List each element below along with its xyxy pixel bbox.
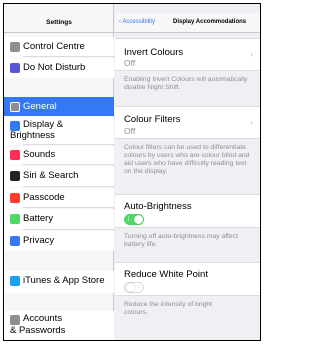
chevron-right-icon: ›: [250, 49, 253, 59]
row-title: Reduce White Point: [124, 269, 208, 280]
sidebar-item-label: iTunes & App Store: [23, 275, 105, 286]
sidebar-item-label: Privacy: [23, 235, 55, 246]
sidebar-item-label-2: Brightness: [10, 130, 55, 141]
sidebar-item-passcode[interactable]: Passcode: [4, 188, 114, 208]
app-store-icon: [10, 276, 20, 286]
sidebar-item-siri-search[interactable]: Siri & Search: [4, 166, 114, 187]
sidebar-item-general[interactable]: General: [4, 97, 114, 116]
sidebar-title: Settings: [46, 19, 72, 26]
divider: [23, 186, 114, 187]
siri-icon: [10, 171, 20, 181]
chevron-right-icon: ›: [250, 117, 253, 127]
row-title: Colour Filters: [124, 114, 181, 125]
control-centre-icon: [10, 42, 20, 52]
sidebar-item-label: Sounds: [23, 149, 56, 160]
ipad-screen: iPad ᯤ 15:21 ⌀ 8% Charging ▭ Settings Co…: [3, 3, 261, 341]
navigation-bar: ‹ Accessibility Display Accommodations: [115, 13, 260, 33]
sidebar-item-label: General: [23, 101, 57, 112]
detail-pane: ‹ Accessibility Display Accommodations I…: [115, 4, 260, 340]
header-divider: [4, 32, 114, 33]
invert-footer: Enabling Invert Colours will automatical…: [124, 76, 248, 91]
back-label: Accessibility: [122, 19, 156, 25]
colour-filters-row[interactable]: Colour Filters Off ›: [115, 106, 260, 139]
settings-sidebar: Settings Control Centre Do Not Disturb G…: [4, 4, 114, 340]
passcode-icon: [10, 193, 20, 203]
auto-brightness-toggle[interactable]: |: [124, 214, 144, 225]
gear-icon: [10, 102, 20, 112]
sidebar-item-label: Control Centre: [23, 41, 85, 52]
sidebar-item-label: Siri & Search: [23, 170, 79, 181]
sidebar-item-accounts-passwords[interactable]: Accounts & Passwords: [4, 311, 114, 340]
sidebar-item-control-centre[interactable]: Control Centre: [4, 37, 114, 57]
hand-icon: [10, 236, 20, 246]
row-title: Invert Colours: [124, 47, 184, 58]
toggle-knob: [126, 283, 135, 292]
sidebar-item-label: Accounts: [23, 313, 63, 324]
reduce-white-point-footer: Reduce the intensity of bright colours.: [124, 301, 213, 316]
sidebar-item-sounds[interactable]: Sounds: [4, 146, 114, 165]
auto-brightness-row: Auto-Brightness |: [115, 194, 260, 228]
sidebar-item-privacy[interactable]: Privacy: [4, 231, 114, 251]
divider: [23, 207, 114, 208]
sidebar-item-battery[interactable]: Battery: [4, 209, 114, 230]
row-title: Auto-Brightness: [124, 201, 192, 212]
sidebar-item-label: Passcode: [23, 192, 65, 203]
back-button[interactable]: ‹ Accessibility: [119, 19, 155, 25]
divider: [23, 56, 114, 57]
moon-icon: [10, 63, 20, 73]
toggle-off-mark-icon: ○: [137, 284, 141, 290]
toggle-knob: [134, 215, 143, 224]
reduce-white-point-row: Reduce White Point ○: [115, 262, 260, 296]
invert-colours-row[interactable]: Invert Colours Off ›: [115, 38, 260, 71]
speaker-icon: [10, 150, 20, 160]
divider: [23, 229, 114, 230]
sidebar-item-do-not-disturb[interactable]: Do Not Disturb: [4, 58, 114, 78]
key-icon: [10, 315, 20, 325]
colour-filters-footer: Colour filters can be used to differenti…: [124, 144, 250, 175]
sidebar-item-label-2: & Passwords: [10, 325, 66, 336]
row-value: Off: [124, 58, 136, 68]
sidebar-item-itunes-app-store[interactable]: iTunes & App Store: [4, 271, 114, 293]
sidebar-item-label: Battery: [23, 213, 54, 224]
page-title: Display Accommodations: [173, 19, 247, 25]
reduce-white-point-toggle[interactable]: ○: [124, 282, 144, 293]
sidebar-item-label: Do Not Disturb: [23, 62, 86, 73]
battery-icon: [10, 214, 20, 224]
auto-brightness-footer: Turning off auto-brightness may affect b…: [124, 233, 238, 248]
divider: [23, 144, 114, 145]
row-value: Off: [124, 126, 136, 136]
toggle-on-mark-icon: |: [128, 216, 130, 222]
divider: [23, 164, 114, 165]
sidebar-item-display-brightness[interactable]: Display & Brightness: [4, 117, 114, 145]
